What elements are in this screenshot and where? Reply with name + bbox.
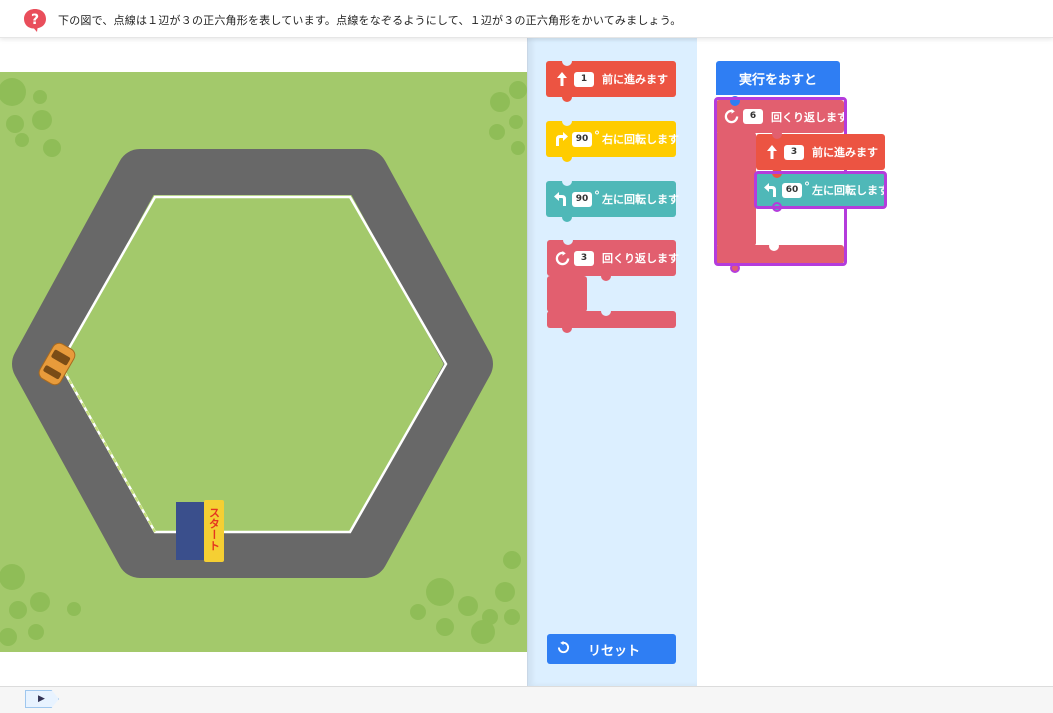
program-repeat-value[interactable]: 6 bbox=[743, 109, 763, 124]
turn-right-value[interactable]: 90 bbox=[572, 131, 592, 147]
turn-left-icon bbox=[764, 182, 778, 198]
repeat-icon bbox=[724, 109, 739, 125]
turn-left-label: 左に回転します bbox=[602, 193, 679, 206]
turn-left-icon bbox=[554, 191, 568, 207]
stage-drawing: スタート bbox=[0, 78, 527, 646]
arrow-up-icon bbox=[554, 71, 570, 87]
program-turn-value[interactable]: 60 bbox=[782, 182, 802, 198]
turn-right-degree-unit: ° bbox=[594, 129, 600, 143]
turn-left-value[interactable]: 90 bbox=[572, 191, 592, 207]
footer-bar bbox=[0, 686, 1053, 713]
program-turn-label: 左に回転します bbox=[812, 184, 889, 197]
start-label: スタート bbox=[208, 507, 221, 551]
question-bubble-icon[interactable]: ? bbox=[22, 7, 48, 33]
arrow-up-icon bbox=[764, 144, 780, 160]
program-move-label: 前に進みます bbox=[812, 146, 878, 159]
palette-move-block[interactable]: 1 前に進みます bbox=[546, 56, 676, 102]
reset-label: リセット bbox=[588, 643, 641, 659]
program-repeat-label: 回くり返します bbox=[771, 110, 848, 124]
turn-left-degree-unit: ° bbox=[594, 189, 600, 203]
repeat-icon bbox=[555, 250, 570, 266]
repeat-value[interactable]: 3 bbox=[574, 250, 594, 266]
play-icon: ▶ bbox=[38, 694, 45, 704]
program-turn-degree-unit: ° bbox=[804, 180, 810, 194]
svg-text:?: ? bbox=[31, 12, 39, 28]
program-move-block[interactable]: 3 前に進みます bbox=[756, 129, 885, 170]
hexagon-road bbox=[12, 149, 493, 578]
run-button[interactable]: 実行をおすと bbox=[716, 61, 840, 95]
header-bar: ? 下の図で、点線は１辺が３の正六角形を表しています。点線をなぞるようにして、１… bbox=[0, 0, 1053, 38]
move-value[interactable]: 1 bbox=[574, 71, 594, 87]
turn-right-icon bbox=[554, 131, 568, 147]
app-root: ? 下の図で、点線は１辺が３の正六角形を表しています。点線をなぞるようにして、１… bbox=[0, 0, 1053, 713]
program-move-value[interactable]: 3 bbox=[784, 144, 804, 160]
turn-right-label: 右に回転します bbox=[602, 133, 679, 146]
palette-turn-right-block[interactable]: 90 ° 右に回転します bbox=[546, 116, 679, 162]
reset-icon bbox=[557, 640, 570, 658]
reset-button[interactable]: リセット bbox=[547, 634, 676, 664]
palette-turn-left-block[interactable]: 90 ° 左に回転します bbox=[546, 176, 679, 222]
move-label: 前に進みます bbox=[602, 73, 668, 86]
repeat-label: 回くり返します bbox=[602, 252, 679, 265]
stage-canvas: スタート bbox=[0, 72, 527, 652]
instruction-text: 下の図で、点線は１辺が３の正六角形を表しています。点線をなぞるようにして、１辺が… bbox=[58, 14, 682, 27]
program-turn-left-block[interactable]: 60 ° 左に回転します bbox=[756, 168, 889, 212]
